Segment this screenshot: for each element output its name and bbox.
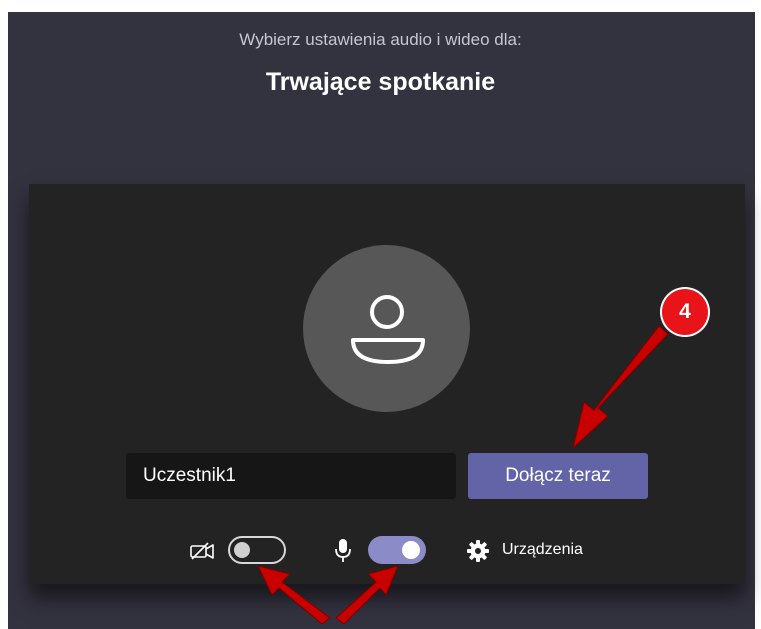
step-badge: 4 <box>662 289 708 335</box>
devices-button[interactable]: Urządzenia <box>502 541 583 559</box>
camera-toggle[interactable] <box>228 536 286 564</box>
camera-toggle-knob <box>234 542 250 558</box>
microphone-toggle-knob <box>402 541 420 559</box>
avatar <box>303 245 470 412</box>
settings-subtitle: Wybierz ustawienia audio i wideo dla: <box>239 30 522 49</box>
camera-off-icon <box>190 542 214 560</box>
microphone-toggle[interactable] <box>368 536 426 564</box>
name-field[interactable] <box>126 453 456 499</box>
join-now-button[interactable]: Dołącz teraz <box>468 453 648 499</box>
meeting-title: Trwające spotkanie <box>265 68 496 96</box>
microphone-icon <box>335 539 351 562</box>
person-icon <box>351 295 425 364</box>
gear-icon[interactable] <box>466 539 490 563</box>
